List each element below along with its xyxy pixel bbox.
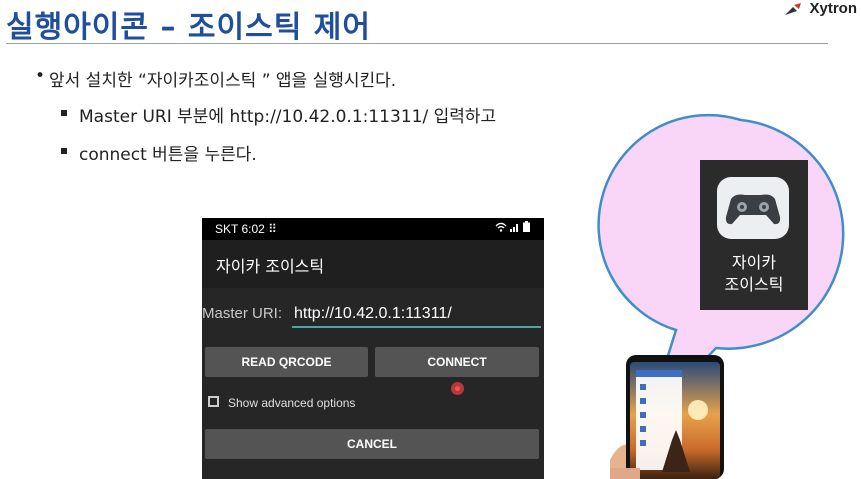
bullet-sub-2-text: connect 버튼을 누른다.	[79, 145, 257, 165]
touch-indicator	[451, 382, 464, 395]
master-uri-label: Master URI:	[202, 305, 283, 322]
app-bar: 자이카 조이스틱	[202, 240, 544, 288]
bullet-square-icon	[61, 110, 67, 116]
wifi-icon	[495, 222, 507, 232]
status-time: SKT 6:02 ⠿	[215, 222, 277, 236]
slide-title: 실행아이콘 – 조이스틱 제어	[6, 10, 371, 45]
advanced-options-checkbox[interactable]	[208, 396, 219, 407]
joystick-app-icon[interactable]: 자이카 조이스틱	[700, 160, 808, 310]
bullet-square-icon	[61, 148, 67, 154]
signal-icon	[510, 224, 518, 232]
gamepad-icon	[717, 177, 789, 239]
app-title: 자이카 조이스틱	[216, 257, 325, 276]
read-qrcode-button[interactable]: READ QRCODE	[205, 347, 368, 377]
logo-text: Xytron	[809, 0, 857, 17]
app-icon-label-line1: 자이카	[731, 253, 777, 272]
app-icon-label-line2: 조이스틱	[724, 275, 784, 294]
phone-screen: SKT 6:02 ⠿ 자이카 조이스틱 Master URI: READ QRC…	[202, 218, 544, 479]
title-divider	[6, 43, 828, 44]
app-icon-label: 자이카 조이스틱	[700, 252, 808, 296]
status-icons	[495, 221, 530, 232]
bullet-main-text: 앞서 설치한 “자이카조이스틱 ” 앱을 실행시킨다.	[49, 71, 397, 91]
connect-button[interactable]: CONNECT	[375, 347, 539, 377]
advanced-options-label: Show advanced options	[228, 396, 356, 410]
logo-mark-icon	[785, 2, 802, 15]
bullet-sub-1-text: Master URI 부분에 http://10.42.0.1:11311/ 입…	[79, 107, 497, 127]
bullet-dot-icon: •	[35, 66, 46, 86]
xytron-logo: Xytron	[783, 0, 857, 17]
master-uri-input[interactable]	[292, 301, 541, 328]
cancel-button[interactable]: CANCEL	[205, 429, 539, 459]
battery-icon	[523, 221, 530, 232]
phone-photo	[610, 350, 728, 479]
status-bar: SKT 6:02 ⠿	[202, 218, 544, 240]
